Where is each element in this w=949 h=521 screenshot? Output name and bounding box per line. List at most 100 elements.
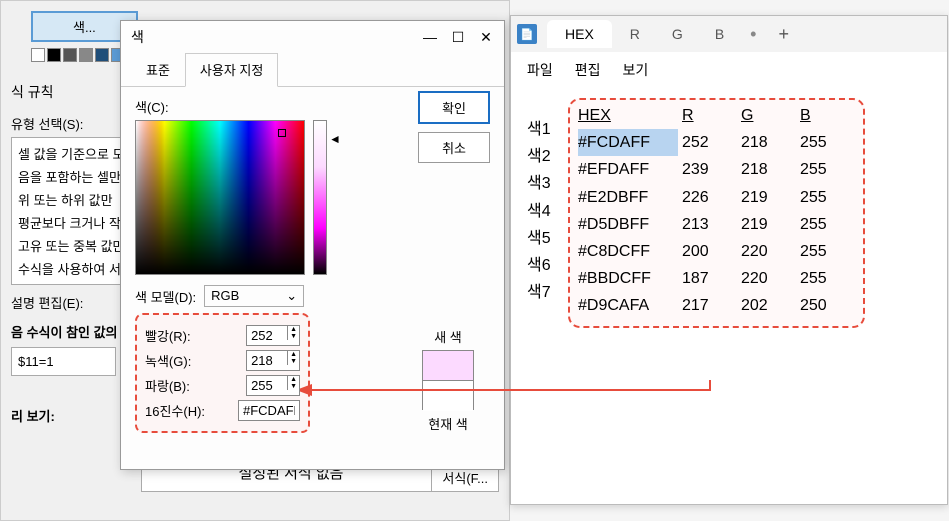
- notepad-app-icon: 📄: [517, 24, 537, 44]
- hex-label: 16진수(H):: [145, 401, 205, 420]
- swatch[interactable]: [47, 48, 61, 62]
- hex-input[interactable]: [238, 400, 300, 421]
- menu-edit[interactable]: 편집: [575, 60, 601, 80]
- lightness-slider[interactable]: [313, 120, 327, 275]
- row-label: 색1: [527, 116, 572, 143]
- tab-r[interactable]: R: [616, 20, 654, 48]
- cell-g: 220: [741, 265, 796, 292]
- swatch[interactable]: [63, 48, 77, 62]
- spin-up-icon[interactable]: ▲: [287, 351, 299, 358]
- blue-label: 파랑(B):: [145, 376, 190, 395]
- row-label: 색6: [527, 252, 572, 279]
- table-row: #EFDAFF239218255: [578, 156, 855, 183]
- table-row: #D5DBFF213219255: [578, 211, 855, 238]
- list-item[interactable]: 고유 또는 중복 값만: [12, 234, 120, 257]
- new-color-swatch: [423, 351, 473, 381]
- cell-g: 219: [741, 211, 796, 238]
- col-header-r: R: [682, 102, 737, 129]
- cell-b: 255: [800, 238, 855, 265]
- tab-g[interactable]: G: [658, 20, 697, 48]
- list-item[interactable]: 수식을 사용하여 서식: [12, 257, 120, 280]
- cell-b: 255: [800, 156, 855, 183]
- col-header-hex: HEX: [578, 102, 678, 129]
- notepad-content[interactable]: HEX R G B #FCDAFF252218255#EFDAFF2392182…: [511, 88, 947, 338]
- cell-hex: #E2DBFF: [578, 184, 678, 211]
- row-label: 색7: [527, 279, 572, 306]
- dialog-tabs: 표준 사용자 지정: [121, 53, 504, 87]
- color-table-highlight: HEX R G B #FCDAFF252218255#EFDAFF2392182…: [568, 98, 865, 328]
- tab-custom[interactable]: 사용자 지정: [185, 53, 278, 87]
- cell-hex: #C8DCFF: [578, 238, 678, 265]
- tab-hex[interactable]: HEX: [547, 20, 612, 48]
- notepad-tabs: 📄 HEX R G B • +: [511, 16, 947, 52]
- cell-r: 213: [682, 211, 737, 238]
- unsaved-indicator-icon: •: [742, 24, 764, 45]
- cell-g: 202: [741, 292, 796, 319]
- red-label: 빨강(R):: [145, 326, 191, 345]
- green-input[interactable]: [247, 351, 287, 370]
- color-spectrum[interactable]: [135, 120, 305, 275]
- list-item[interactable]: 평균보다 크거나 작은: [12, 211, 120, 234]
- table-row: #E2DBFF226219255: [578, 184, 855, 211]
- cell-r: 200: [682, 238, 737, 265]
- cell-b: 255: [800, 211, 855, 238]
- close-icon[interactable]: ✕: [478, 29, 494, 45]
- table-row: #BBDCFF187220255: [578, 265, 855, 292]
- spectrum-crosshair: [278, 129, 286, 137]
- green-spinner[interactable]: ▲▼: [246, 350, 300, 371]
- col-header-b: B: [800, 102, 855, 129]
- notepad-window: 📄 HEX R G B • + 파일 편집 보기 HEX R G B #FCDA…: [510, 15, 948, 505]
- cell-hex: #EFDAFF: [578, 156, 678, 183]
- spin-down-icon[interactable]: ▼: [287, 358, 299, 365]
- red-spinner[interactable]: ▲▼: [246, 325, 300, 346]
- spin-down-icon[interactable]: ▼: [287, 333, 299, 340]
- new-tab-button[interactable]: +: [768, 24, 799, 45]
- color-model-label: 색 모델(D):: [135, 287, 196, 306]
- cell-r: 217: [682, 292, 737, 319]
- swatch[interactable]: [31, 48, 45, 62]
- formula-input[interactable]: $11=1: [11, 347, 116, 376]
- cell-b: 255: [800, 184, 855, 211]
- cell-g: 218: [741, 129, 796, 156]
- cell-hex: #D9CAFA: [578, 292, 678, 319]
- color-model-select[interactable]: RGB ⌄: [204, 285, 304, 307]
- table-row: #D9CAFA217202250: [578, 292, 855, 319]
- row-label: 색3: [527, 170, 572, 197]
- color-picker-dialog: 색 — ☐ ✕ 표준 사용자 지정 확인 취소 색(C): ◄ 색 모델(D):…: [120, 20, 505, 470]
- blue-spinner[interactable]: ▲▼: [246, 375, 300, 396]
- cell-g: 219: [741, 184, 796, 211]
- cell-r: 239: [682, 156, 737, 183]
- current-color-label: 현재 색: [422, 414, 474, 433]
- rgb-inputs-highlight: 빨강(R): ▲▼ 녹색(G): ▲▼ 파랑(B): ▲▼: [135, 313, 310, 433]
- cell-hex: #BBDCFF: [578, 265, 678, 292]
- list-item[interactable]: 위 또는 하위 값만: [12, 188, 120, 211]
- red-input[interactable]: [247, 326, 287, 345]
- spin-up-icon[interactable]: ▲: [287, 326, 299, 333]
- list-item[interactable]: 음을 포함하는 셀만: [12, 165, 120, 188]
- cell-r: 226: [682, 184, 737, 211]
- dialog-title: 색: [131, 27, 144, 47]
- list-item[interactable]: 셀 값을 기준으로 모: [12, 142, 120, 165]
- maximize-icon[interactable]: ☐: [450, 29, 466, 45]
- swatch[interactable]: [95, 48, 109, 62]
- minimize-icon[interactable]: —: [422, 29, 438, 45]
- tab-b[interactable]: B: [701, 20, 738, 48]
- swatch[interactable]: [79, 48, 93, 62]
- spin-up-icon[interactable]: ▲: [287, 376, 299, 383]
- row-label: 색5: [527, 225, 572, 252]
- blue-input[interactable]: [247, 376, 287, 395]
- menu-view[interactable]: 보기: [623, 60, 649, 80]
- spin-down-icon[interactable]: ▼: [287, 383, 299, 390]
- cell-g: 220: [741, 238, 796, 265]
- tab-standard[interactable]: 표준: [131, 53, 185, 86]
- notepad-menubar: 파일 편집 보기: [511, 52, 947, 88]
- green-label: 녹색(G):: [145, 351, 191, 370]
- cell-b: 250: [800, 292, 855, 319]
- cell-r: 187: [682, 265, 737, 292]
- menu-file[interactable]: 파일: [527, 60, 553, 80]
- cell-hex: #D5DBFF: [578, 211, 678, 238]
- rule-type-list[interactable]: 셀 값을 기준으로 모 음을 포함하는 셀만 위 또는 하위 값만 평균보다 크…: [11, 137, 121, 285]
- cell-hex: #FCDAFF: [578, 129, 678, 156]
- row-label: 색4: [527, 198, 572, 225]
- new-color-label: 새 색: [422, 327, 474, 346]
